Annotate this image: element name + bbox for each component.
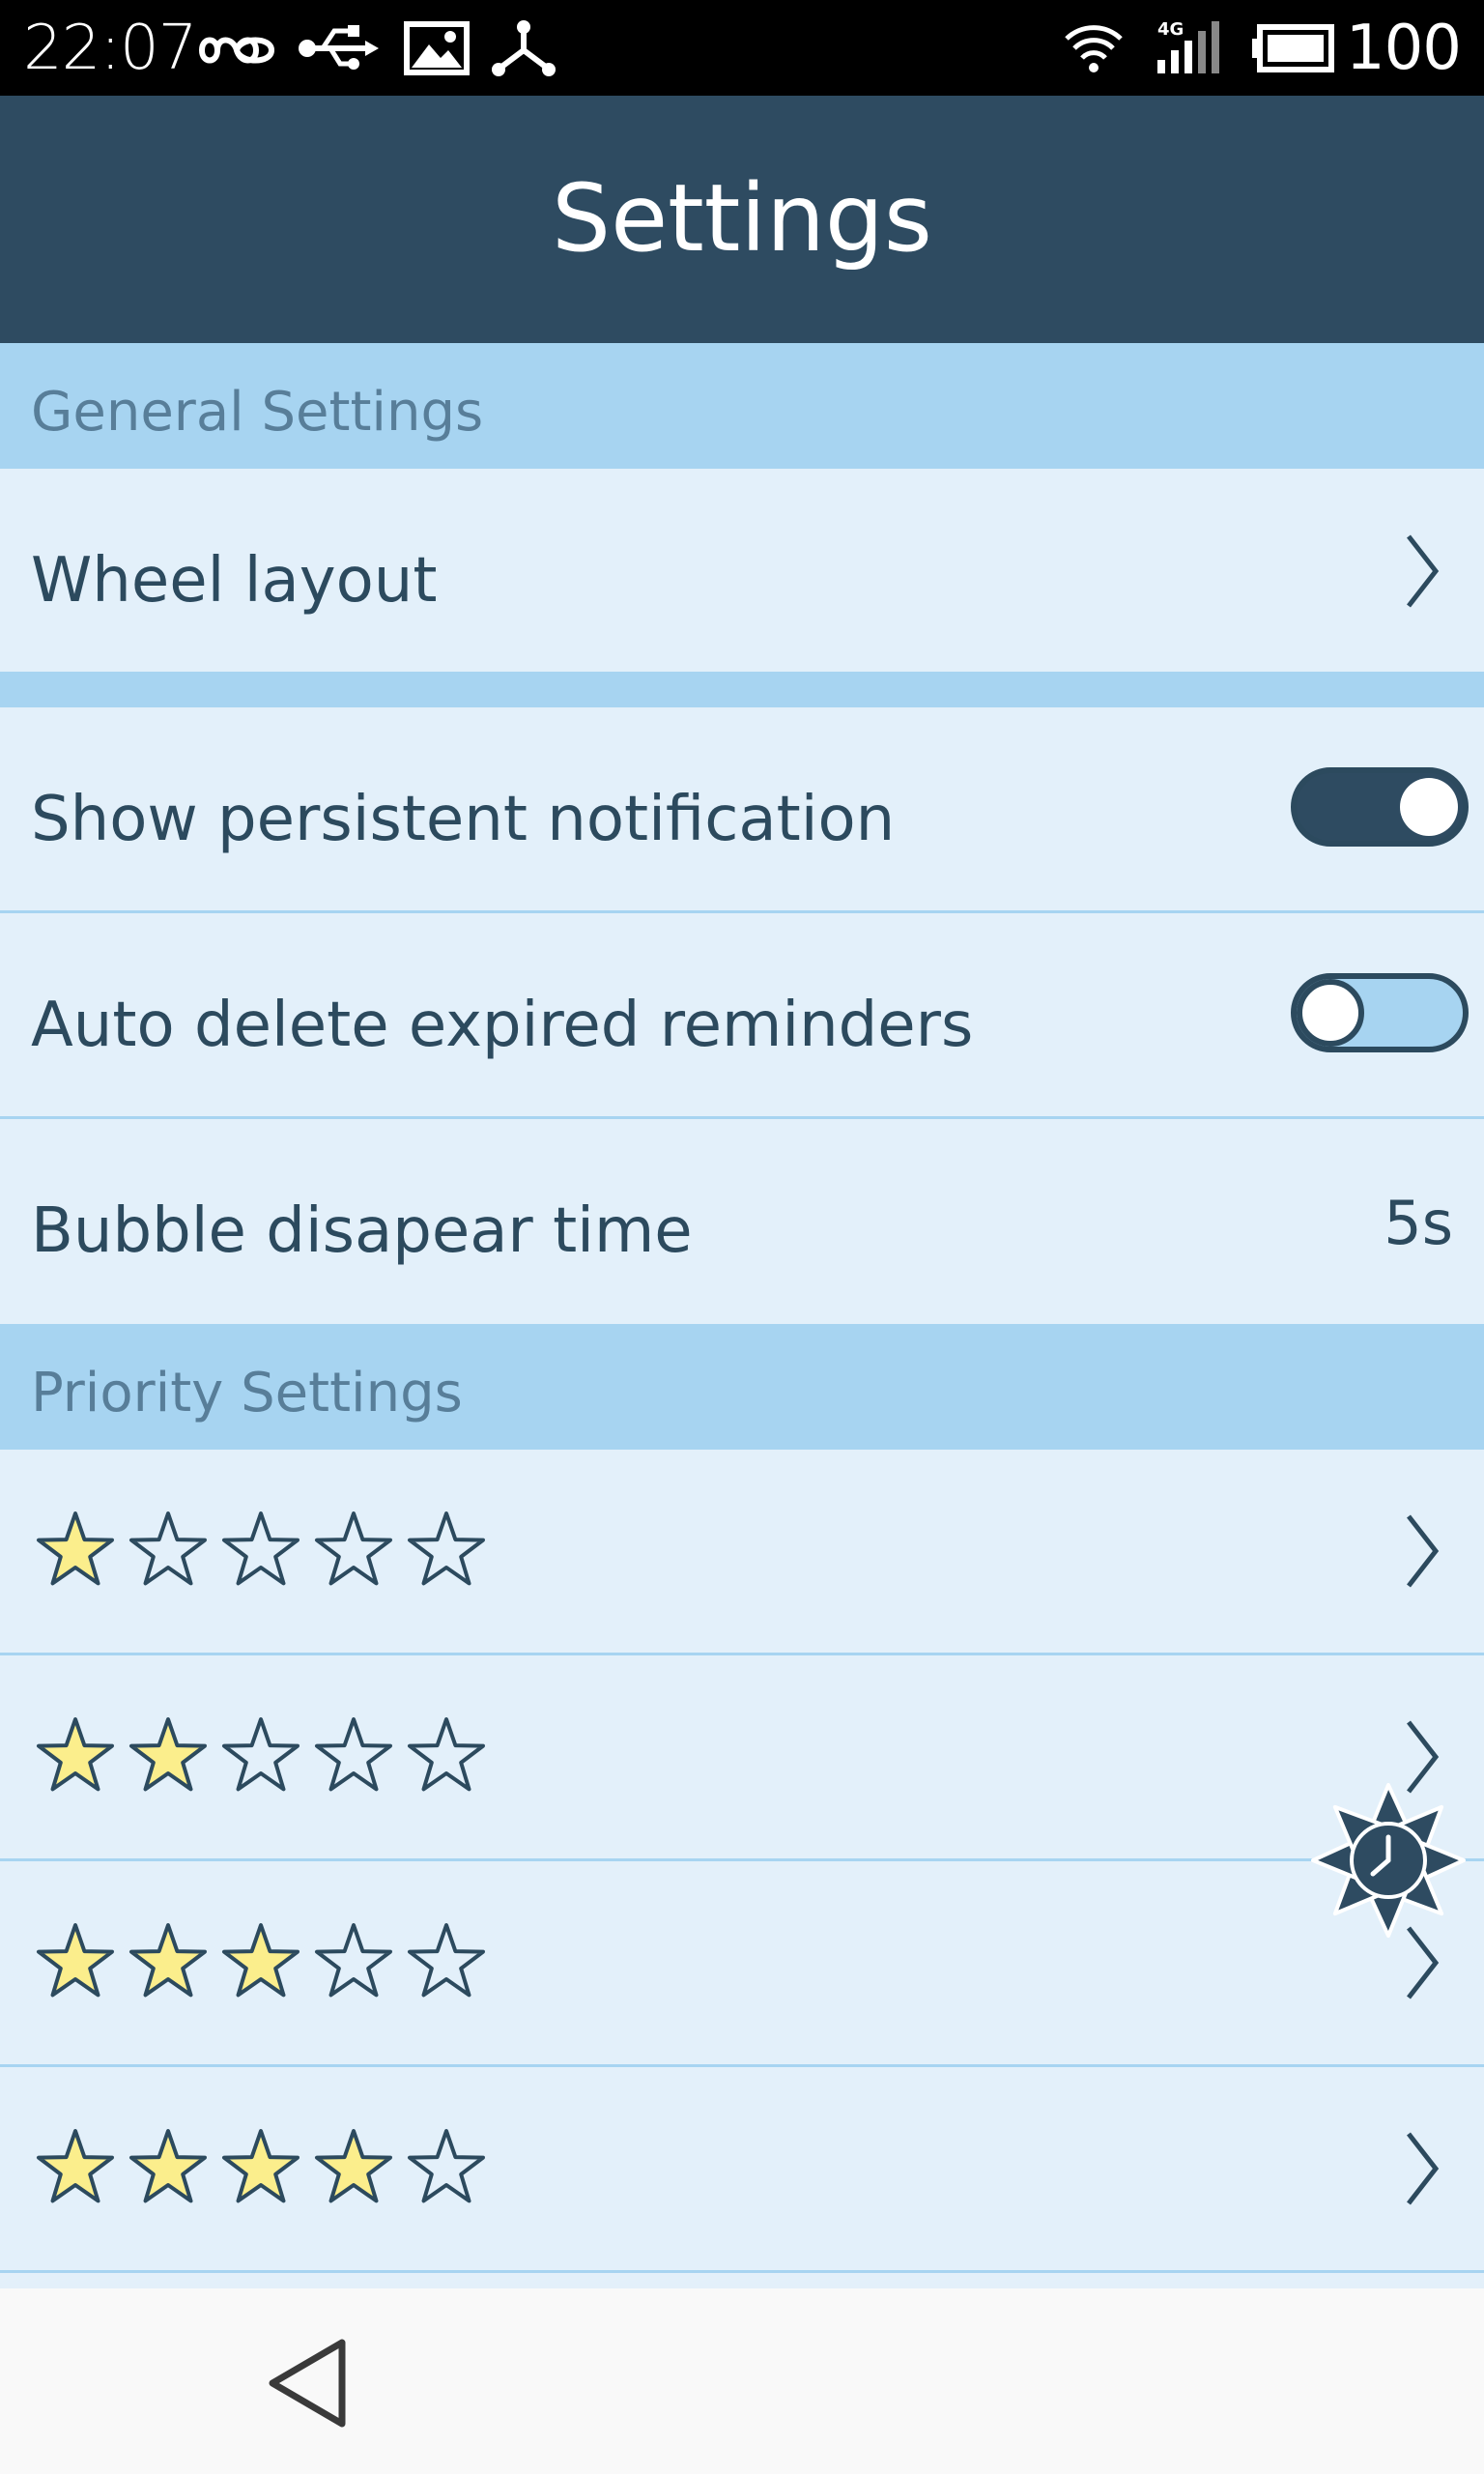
star-filled-icon: [129, 1923, 207, 1998]
persistent-notification-row[interactable]: Show persistent notification: [0, 707, 1484, 910]
priority-row-4[interactable]: [0, 2067, 1484, 2270]
priority-row-3[interactable]: [0, 1861, 1484, 2064]
star-empty-icon: [315, 1923, 392, 1998]
persistent-notification-toggle[interactable]: [1291, 767, 1469, 847]
auto-delete-toggle[interactable]: [1291, 973, 1469, 1052]
star-empty-icon: [222, 1511, 300, 1586]
back-triangle-icon[interactable]: [267, 2337, 348, 2430]
priority-row-1[interactable]: [0, 1450, 1484, 1653]
star-filled-icon: [129, 2129, 207, 2203]
section-header-general: General Settings: [0, 343, 1484, 469]
star-empty-icon: [408, 1717, 485, 1792]
bubble-time-value: 5s: [1384, 1188, 1453, 1258]
usb-icon: [299, 25, 379, 70]
app-bar: Settings: [0, 96, 1484, 343]
share-icon: [492, 20, 556, 76]
status-time: 22:07: [23, 13, 197, 84]
bubble-time-row[interactable]: Bubble disapear time 5s: [0, 1119, 1484, 1324]
auto-delete-row[interactable]: Auto delete expired reminders: [0, 913, 1484, 1116]
star-empty-icon: [408, 1511, 485, 1586]
wifi-icon: [1065, 25, 1123, 72]
star-rating: [37, 1511, 485, 1586]
star-empty-icon: [408, 2129, 485, 2203]
infinity-icon: [198, 37, 275, 64]
auto-delete-label: Auto delete expired reminders: [31, 990, 974, 1061]
section-header-label: Priority Settings: [31, 1362, 463, 1424]
battery-level: 100: [1345, 13, 1462, 84]
star-filled-icon: [222, 2129, 300, 2203]
toggle-knob: [1297, 979, 1364, 1047]
star-filled-icon: [37, 1511, 114, 1586]
chevron-right-icon: [1407, 1514, 1440, 1588]
star-filled-icon: [37, 2129, 114, 2203]
navigation-bar: [0, 2288, 1484, 2474]
star-empty-icon: [222, 1717, 300, 1792]
svg-text:4G: 4G: [1157, 19, 1184, 40]
star-empty-icon: [315, 1717, 392, 1792]
status-bar: 22:07 4G 100: [0, 0, 1484, 96]
battery-icon: [1252, 24, 1334, 72]
persistent-notification-label: Show persistent notification: [31, 784, 896, 855]
floating-reminder-clock-icon[interactable]: [1306, 1778, 1470, 1942]
image-icon: [404, 21, 470, 75]
star-empty-icon: [315, 1511, 392, 1586]
star-filled-icon: [37, 1923, 114, 1998]
page-title: Settings: [552, 164, 932, 273]
wheel-layout-label: Wheel layout: [31, 545, 438, 617]
chevron-right-icon: [1407, 2132, 1440, 2205]
priority-row-2[interactable]: [0, 1655, 1484, 1858]
star-empty-icon: [129, 1511, 207, 1586]
star-rating: [37, 1717, 485, 1792]
star-filled-icon: [129, 1717, 207, 1792]
signal-4g-icon: 4G: [1157, 19, 1219, 73]
star-filled-icon: [222, 1923, 300, 1998]
star-filled-icon: [37, 1717, 114, 1792]
chevron-right-icon: [1407, 534, 1440, 608]
toggle-knob: [1400, 778, 1458, 836]
section-spacer: [0, 672, 1484, 707]
star-filled-icon: [315, 2129, 392, 2203]
bubble-time-label: Bubble disapear time: [31, 1195, 693, 1267]
star-empty-icon: [408, 1923, 485, 1998]
wheel-layout-row[interactable]: Wheel layout: [0, 469, 1484, 672]
section-header-priority: Priority Settings: [0, 1324, 1484, 1450]
list-continuation: [0, 2273, 1484, 2288]
star-rating: [37, 1923, 485, 1998]
section-header-label: General Settings: [31, 381, 484, 444]
star-rating: [37, 2129, 485, 2203]
